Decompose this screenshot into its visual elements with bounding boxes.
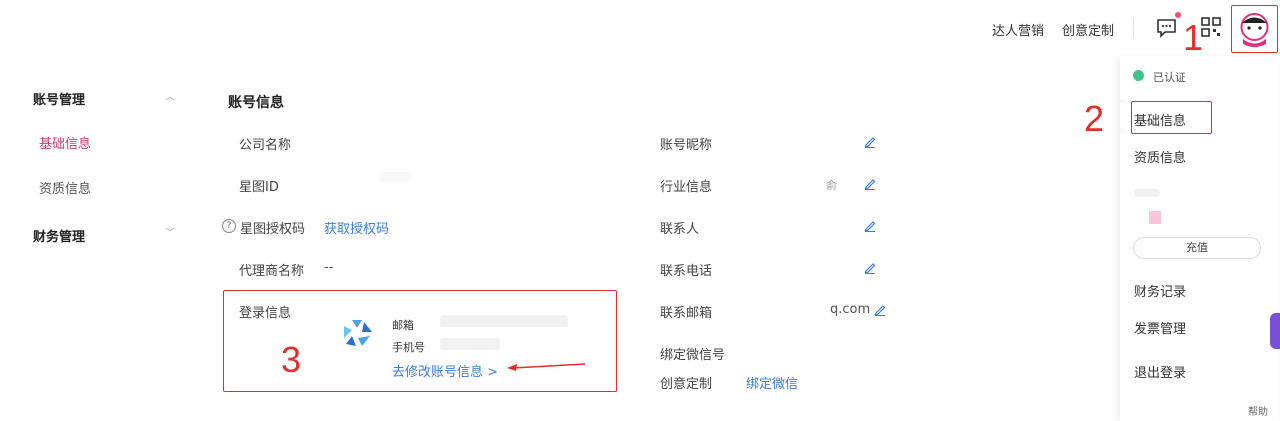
menu-item-invoice[interactable]: 发票管理 [1134, 318, 1186, 337]
field-label-email: 联系邮箱 [660, 306, 713, 321]
nav-talent-marketing[interactable]: 达人营销 [992, 24, 1044, 39]
sidebar-item-qualification[interactable]: 资质信息 [39, 178, 91, 197]
annotation-2: 2 [1084, 98, 1105, 139]
qrcode-icon[interactable] [1201, 17, 1221, 41]
nav-divider [1133, 18, 1134, 38]
field-label-industry: 行业信息 [660, 180, 713, 195]
field-value-agency: -- [324, 260, 334, 275]
field-label-auth-code: 星图授权码 [240, 222, 306, 237]
edit-pencil-icon[interactable] [864, 178, 876, 194]
page-title: 账号信息 [228, 95, 284, 111]
chevron-up-icon[interactable]: ︿ [165, 88, 175, 103]
nav-creative-custom[interactable]: 创意定制 [1062, 24, 1114, 39]
masked-balance-label [1134, 189, 1160, 197]
login-provider-logo [342, 318, 374, 352]
field-label-contact: 联系人 [660, 222, 700, 237]
verified-label: 已认证 [1153, 71, 1186, 84]
edit-pencil-icon[interactable] [864, 262, 876, 278]
field-label-agency: 代理商名称 [239, 264, 305, 279]
menu-item-logout[interactable]: 退出登录 [1134, 362, 1186, 381]
edit-pencil-icon[interactable] [874, 304, 886, 320]
field-label-wechat: 绑定微信号 [660, 348, 726, 363]
edit-account-link[interactable]: 去修改账号信息 > [392, 361, 498, 380]
annotation-3: 3 [281, 339, 302, 380]
masked-email [440, 315, 568, 327]
get-auth-code-link[interactable]: 获取授权码 [324, 218, 389, 237]
menu-item-qualification[interactable]: 资质信息 [1134, 147, 1186, 166]
floating-side-tab[interactable] [1270, 313, 1280, 349]
menu-item-basic-info[interactable]: 基础信息 [1134, 110, 1186, 129]
masked-value [380, 172, 410, 182]
masked-balance [1149, 211, 1161, 224]
notification-dot [1175, 12, 1181, 18]
recharge-button[interactable]: 充值 [1133, 237, 1261, 259]
top-nav: 达人营销 [992, 20, 1044, 39]
help-center-link[interactable]: 帮助 [1248, 403, 1268, 418]
chevron-down-icon[interactable]: ﹀ [165, 224, 175, 239]
avatar-button[interactable] [1231, 5, 1278, 53]
message-icon[interactable] [1156, 17, 1178, 43]
field-label-login: 登录信息 [239, 306, 292, 321]
verified-check-icon [1133, 70, 1144, 81]
login-email-label: 邮箱 [392, 319, 414, 332]
field-label-xingtu-id: 星图ID [239, 180, 279, 195]
field-value-industry: 俞 [826, 179, 837, 192]
help-icon[interactable]: ? [222, 219, 236, 233]
masked-phone [440, 338, 500, 350]
field-value-email: q.com [830, 302, 871, 317]
field-label-phone: 联系电话 [660, 264, 713, 279]
bind-wechat-link[interactable]: 绑定微信 [746, 373, 798, 392]
sidebar-item-basic-info[interactable]: 基础信息 [39, 133, 91, 152]
edit-pencil-icon[interactable] [864, 136, 876, 152]
field-label-company: 公司名称 [239, 138, 292, 153]
annotation-arrow [505, 361, 589, 377]
sidebar-group-finance[interactable]: 财务管理 [33, 226, 85, 245]
field-label-nickname: 账号昵称 [660, 138, 713, 153]
avatar [1240, 13, 1269, 47]
edit-pencil-icon[interactable] [864, 220, 876, 236]
sidebar-group-account[interactable]: 账号管理 [33, 89, 85, 108]
menu-item-finance-records[interactable]: 财务记录 [1134, 281, 1186, 300]
field-label-creative: 创意定制 [660, 377, 713, 392]
login-phone-label: 手机号 [392, 341, 425, 354]
